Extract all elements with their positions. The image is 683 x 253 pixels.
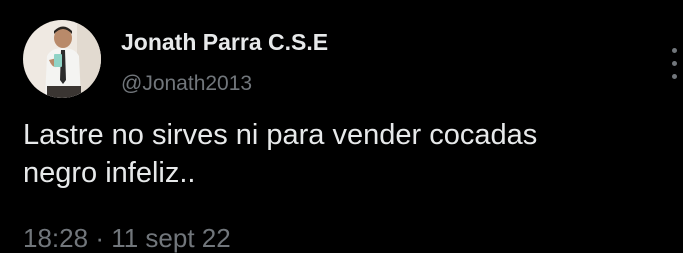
more-dot (672, 61, 677, 66)
more-dot (672, 48, 677, 53)
tweet-text: Lastre no sirves ni para vender cocadas … (23, 119, 538, 189)
separator-dot: · (95, 223, 104, 253)
tweet-date[interactable]: 11 sept 22 (111, 223, 231, 253)
tweet-time[interactable]: 18:28 (23, 223, 88, 253)
tweet-card: Jonath Parra C.S.E @Jonath2013 Lastre no… (0, 0, 683, 253)
avatar[interactable] (23, 20, 101, 98)
avatar-photo-icon (23, 20, 101, 98)
author-handle[interactable]: @Jonath2013 (121, 70, 252, 98)
more-dot (672, 74, 677, 79)
more-options-icon[interactable] (670, 44, 680, 84)
author-display-name[interactable]: Jonath Parra C.S.E (121, 27, 328, 57)
tweet-timestamp: 18:28 · 11 sept 22 (23, 222, 231, 253)
